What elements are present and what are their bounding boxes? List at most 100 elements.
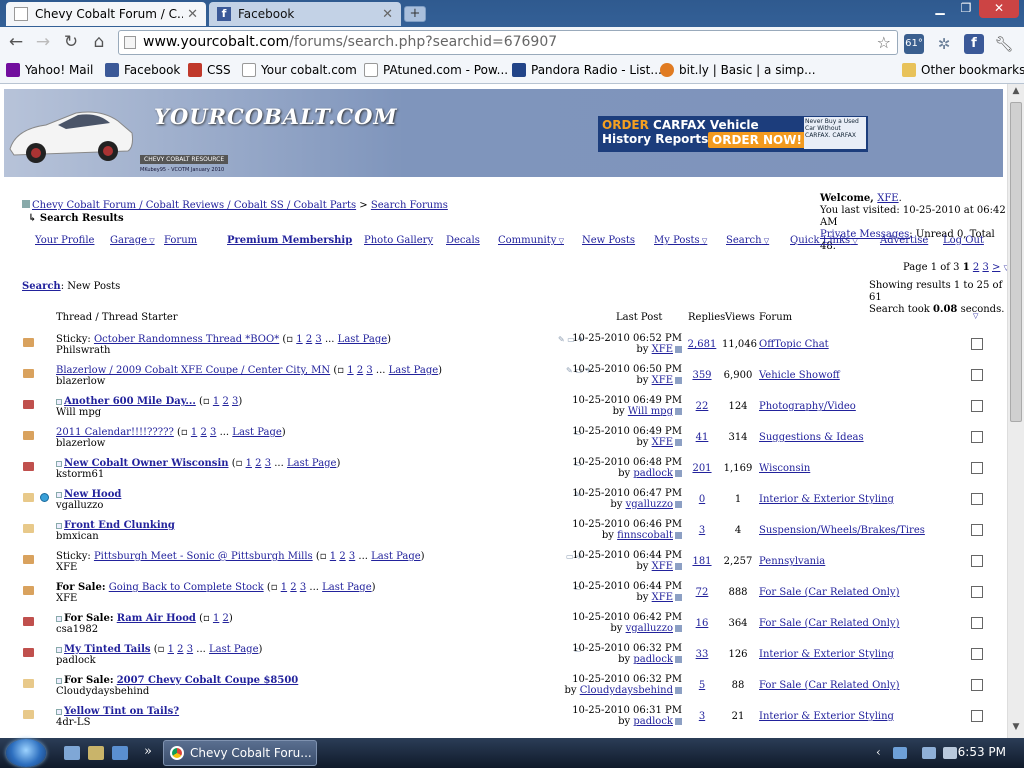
explorer-icon[interactable]	[88, 746, 104, 760]
go-to-post-icon[interactable]	[675, 656, 682, 663]
last-page-link[interactable]: Last Page	[209, 644, 259, 655]
replies-count[interactable]: 181	[686, 556, 718, 567]
forward-arrow-icon[interactable]: →	[32, 31, 54, 53]
last-poster-link[interactable]: XFE	[652, 592, 673, 603]
col-forum[interactable]: Forum	[759, 312, 792, 323]
tray-expand-icon[interactable]: ‹	[876, 745, 881, 759]
nav-quick-links[interactable]: Quick Links ▽	[790, 235, 858, 246]
replies-count[interactable]: 16	[686, 618, 718, 629]
nav-new-posts[interactable]: New Posts	[582, 235, 635, 246]
last-poster-link[interactable]: finnscobalt	[617, 530, 673, 541]
thread-checkbox[interactable]	[971, 679, 983, 691]
forum-link[interactable]: Interior & Exterior Styling	[759, 711, 894, 722]
forum-link[interactable]: Interior & Exterior Styling	[759, 494, 894, 505]
bookmark-star-icon[interactable]: ☆	[877, 31, 891, 54]
scroll-up-icon[interactable]: ▲	[1008, 86, 1024, 100]
replies-count[interactable]: 3	[686, 711, 718, 722]
thread-checkbox[interactable]	[971, 338, 983, 350]
go-to-post-icon[interactable]	[675, 408, 682, 415]
bookmark-patuned[interactable]: PAtuned.com - Pow...	[364, 63, 508, 77]
show-more-icon[interactable]: »	[144, 744, 152, 759]
last-poster-link[interactable]: padlock	[633, 654, 673, 665]
go-to-post-icon[interactable]	[675, 501, 682, 508]
go-to-post-icon[interactable]	[675, 470, 682, 477]
forum-link[interactable]: Interior & Exterior Styling	[759, 649, 894, 660]
last-poster-link[interactable]: padlock	[633, 468, 673, 479]
system-clock[interactable]: 6:53 PM	[958, 745, 1006, 759]
page-link[interactable]: 3	[187, 644, 193, 655]
go-to-post-icon[interactable]	[675, 439, 682, 446]
page-link[interactable]: 2	[223, 613, 229, 624]
thread-title-link[interactable]: My Tinted Tails	[64, 644, 151, 655]
thread-title-link[interactable]: 2011 Calendar!!!!?????	[56, 427, 174, 438]
network-icon[interactable]	[922, 747, 936, 759]
nav-premium-membership[interactable]: Premium Membership	[227, 235, 352, 246]
facebook-icon[interactable]: f	[964, 34, 984, 54]
nav-my-posts[interactable]: My Posts ▽	[654, 235, 707, 246]
replies-count[interactable]: 0	[686, 494, 718, 505]
replies-count[interactable]: 22	[686, 401, 718, 412]
bookmark-facebook[interactable]: Facebook	[105, 63, 180, 77]
thread-title-link[interactable]: Another 600 Mile Day...	[64, 396, 196, 407]
page-link[interactable]: 1	[347, 365, 353, 376]
site-logo[interactable]: YOURCOBALT.COM	[154, 104, 398, 129]
go-to-post-icon[interactable]	[675, 718, 682, 725]
go-to-post-icon[interactable]	[675, 594, 682, 601]
page-link[interactable]: 2	[339, 551, 345, 562]
show-desktop-icon[interactable]	[64, 746, 80, 760]
thread-title-link[interactable]: Ram Air Hood	[117, 613, 196, 624]
last-poster-link[interactable]: vgalluzzo	[626, 623, 673, 634]
tab-facebook[interactable]: f Facebook ✕	[209, 2, 401, 26]
username-link[interactable]: XFE	[877, 193, 898, 204]
bookmark-bitly[interactable]: bit.ly | Basic | a simp...	[660, 63, 816, 77]
minimize-button[interactable]: ▁	[927, 0, 953, 18]
last-page-link[interactable]: Last Page	[338, 334, 388, 345]
bookmark-pandora[interactable]: Pandora Radio - List...	[512, 63, 662, 77]
forum-link[interactable]: Wisconsin	[759, 463, 810, 474]
go-to-post-icon[interactable]	[675, 687, 682, 694]
thread-title-link[interactable]: Going Back to Complete Stock	[109, 582, 264, 593]
page-link[interactable]: 1	[330, 551, 336, 562]
nav-community[interactable]: Community ▽	[498, 235, 564, 246]
tab-chevy-cobalt-forum[interactable]: Chevy Cobalt Forum / C... ✕	[6, 2, 206, 26]
bookmark-yourcobalt[interactable]: Your cobalt.com	[242, 63, 357, 77]
last-poster-link[interactable]: XFE	[652, 561, 673, 572]
bookmark-yahoo-mail[interactable]: Yahoo! Mail	[6, 63, 93, 77]
forum-link[interactable]: For Sale (Car Related Only)	[759, 618, 899, 629]
thread-checkbox[interactable]	[971, 555, 983, 567]
page-link[interactable]: 3	[366, 365, 372, 376]
last-poster-link[interactable]: Will mpg	[628, 406, 673, 417]
replies-count[interactable]: 359	[686, 370, 718, 381]
wrench-icon[interactable]: 🔧︎	[994, 34, 1014, 54]
scroll-down-icon[interactable]: ▼	[1008, 722, 1024, 736]
page-link[interactable]: 1	[281, 582, 287, 593]
page-link-2[interactable]: 2	[973, 262, 979, 273]
nav-forum[interactable]: Forum	[164, 235, 197, 246]
replies-count[interactable]: 5	[686, 680, 718, 691]
forum-link[interactable]: For Sale (Car Related Only)	[759, 587, 899, 598]
page-link[interactable]: 3	[300, 582, 306, 593]
thread-checkbox[interactable]	[971, 369, 983, 381]
page-link[interactable]: 1	[246, 458, 252, 469]
page-link[interactable]: 2	[290, 582, 296, 593]
col-replies[interactable]: Replies	[688, 312, 725, 323]
replies-count[interactable]: 33	[686, 649, 718, 660]
forum-link[interactable]: Suspension/Wheels/Brakes/Tires	[759, 525, 925, 536]
thread-title-link[interactable]: Pittsburgh Meet - Sonic @ Pittsburgh Mil…	[94, 551, 313, 562]
forum-link[interactable]: Pennsylvania	[759, 556, 825, 567]
thread-checkbox[interactable]	[971, 524, 983, 536]
chevron-down-icon[interactable]: ▽	[973, 312, 978, 320]
nav-log-out[interactable]: Log Out	[943, 235, 984, 246]
new-tab-button[interactable]: +	[404, 6, 426, 22]
page-link[interactable]: 2	[177, 644, 183, 655]
home-icon[interactable]: ⌂	[88, 31, 110, 53]
nav-decals[interactable]: Decals	[446, 235, 480, 246]
page-link[interactable]: 1	[213, 396, 219, 407]
bookmark-css[interactable]: CSS	[188, 63, 231, 77]
page-link[interactable]: 3	[232, 396, 238, 407]
forum-link[interactable]: Vehicle Showoff	[759, 370, 840, 381]
next-page-link[interactable]: >	[992, 262, 1000, 273]
last-page-link[interactable]: Last Page	[389, 365, 439, 376]
page-link[interactable]: 2	[200, 427, 206, 438]
thread-checkbox[interactable]	[971, 648, 983, 660]
